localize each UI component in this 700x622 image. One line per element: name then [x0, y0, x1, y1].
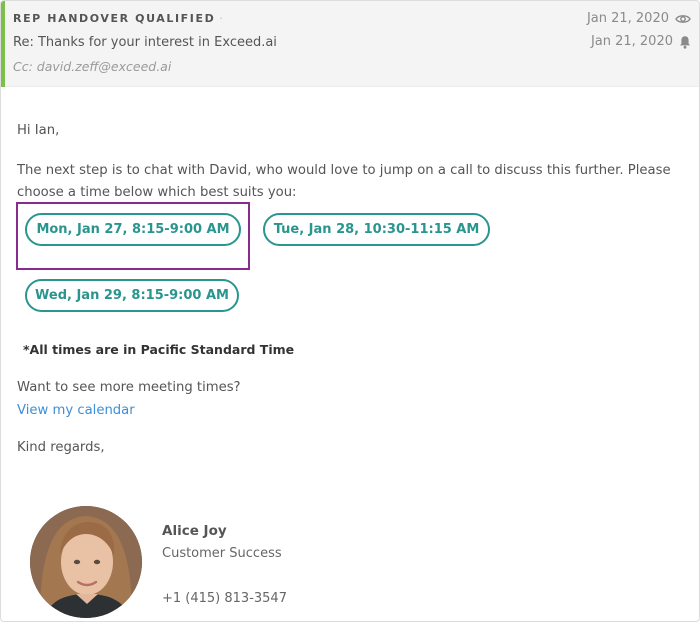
signature-role: Customer Success — [162, 546, 282, 561]
sent-date: Jan 21, 2020 — [590, 34, 673, 49]
status-accent-bar — [1, 1, 5, 87]
email-subject[interactable]: Re: Thanks for your interest in Exceed.a… — [13, 35, 277, 50]
email-card: REP HANDOVER QUALIFIED · Re: Thanks for y… — [0, 0, 700, 622]
bell-icon — [679, 35, 691, 49]
email-header: REP HANDOVER QUALIFIED · Re: Thanks for y… — [1, 1, 699, 87]
signature-phone[interactable]: +1 (415) 813-3547 — [162, 591, 287, 606]
timezone-note: *All times are in Pacific Standard Time — [23, 342, 295, 357]
tag-separator: · — [219, 12, 223, 25]
intro-paragraph: The next step is to chat with David, who… — [17, 163, 671, 200]
viewed-date: Jan 21, 2020 — [586, 11, 669, 26]
status-tag-label: REP HANDOVER QUALIFIED — [13, 12, 216, 25]
closing-line: Kind regards, — [17, 440, 105, 455]
time-slot-button-2[interactable]: Tue, Jan 28, 10:30-11:15 AM — [263, 213, 490, 246]
avatar — [30, 506, 142, 618]
time-slot-button-1[interactable]: Mon, Jan 27, 8:15-9:00 AM — [25, 213, 241, 246]
eye-icon — [675, 13, 691, 25]
time-slot-button-3[interactable]: Wed, Jan 29, 8:15-9:00 AM — [25, 279, 239, 312]
greeting: Hi Ian, — [17, 123, 60, 138]
cc-line: Cc: david.zeff@exceed.ai — [13, 59, 172, 74]
status-tag: REP HANDOVER QUALIFIED · — [13, 12, 223, 25]
signature-name: Alice Joy — [162, 523, 227, 539]
viewed-date-row: Jan 21, 2020 — [587, 11, 691, 26]
more-times-prompt: Want to see more meeting times? — [17, 380, 241, 395]
view-calendar-link[interactable]: View my calendar — [17, 403, 135, 418]
sent-date-row: Jan 21, 2020 — [591, 34, 691, 49]
